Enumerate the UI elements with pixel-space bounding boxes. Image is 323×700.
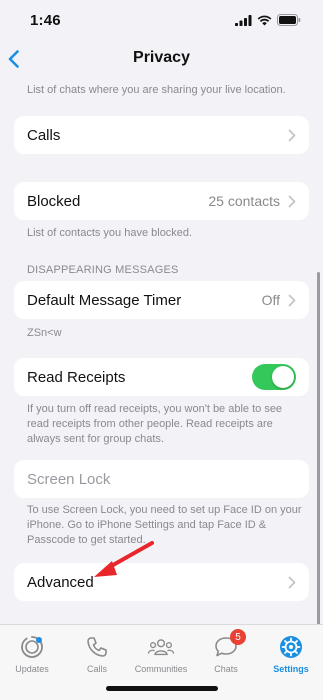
disappearing-messages-header: DISAPPEARING MESSAGES (27, 264, 179, 276)
blocked-footer: List of contacts you have blocked. (27, 227, 193, 239)
default-message-timer-row[interactable]: Default Message Timer Off (14, 281, 309, 319)
tab-calls[interactable]: Calls (65, 633, 129, 674)
tab-communities-label: Communities (134, 664, 188, 674)
chevron-right-icon (288, 294, 296, 307)
chevron-right-icon (288, 195, 296, 208)
default-message-timer-value: Off (261, 292, 280, 308)
signal-icon (235, 14, 252, 26)
read-receipts-label: Read Receipts (27, 368, 126, 386)
phone-icon (83, 633, 111, 661)
battery-icon (277, 14, 301, 26)
toggle-knob (272, 366, 294, 388)
chats-icon: 5 (212, 629, 246, 661)
chevron-left-icon (8, 50, 19, 68)
chats-unread-badge: 5 (230, 629, 246, 645)
read-receipts-row: Read Receipts (14, 358, 309, 396)
screen-lock-label: Screen Lock (27, 470, 111, 488)
advanced-row[interactable]: Advanced (14, 563, 309, 601)
status-bar: 1:46 (0, 0, 323, 40)
tab-settings-label: Settings (273, 664, 309, 674)
screen-lock-row[interactable]: Screen Lock (14, 460, 309, 498)
blocked-row[interactable]: Blocked 25 contacts (14, 182, 309, 220)
tab-chats[interactable]: 5 Chats (194, 629, 258, 674)
tab-chats-label: Chats (214, 664, 238, 674)
calls-label: Calls (27, 126, 61, 144)
tab-calls-label: Calls (86, 664, 107, 674)
scroll-indicator[interactable] (317, 272, 320, 628)
blocked-label: Blocked (27, 192, 81, 210)
status-time: 1:46 (30, 11, 61, 29)
screen-lock-footer: To use Screen Lock, you need to set up F… (27, 504, 302, 546)
tab-updates[interactable]: Updates (0, 633, 64, 674)
page-title: Privacy (133, 49, 190, 66)
back-button[interactable] (8, 47, 28, 71)
live-location-footer: List of chats where you are sharing your… (27, 84, 286, 96)
read-receipts-toggle[interactable] (252, 364, 296, 390)
chevron-right-icon (288, 576, 296, 589)
tab-communities[interactable]: Communities (129, 633, 193, 674)
navigation-bar: Privacy (0, 42, 323, 74)
annotation-arrow-icon (94, 541, 154, 577)
calls-row[interactable]: Calls (14, 116, 309, 154)
communities-icon (147, 633, 175, 661)
chevron-right-icon (288, 129, 296, 142)
blocked-count: 25 contacts (208, 193, 280, 209)
default-message-timer-label: Default Message Timer (27, 291, 182, 309)
settings-gear-icon (277, 633, 305, 661)
tab-settings[interactable]: Settings (259, 633, 323, 674)
disappearing-footer: ZSn<w (27, 327, 62, 339)
updates-icon (18, 633, 46, 661)
home-indicator (106, 686, 218, 691)
tab-updates-label: Updates (15, 664, 49, 674)
status-icons (235, 14, 301, 26)
read-receipts-footer: If you turn off read receipts, you won't… (27, 403, 283, 445)
wifi-icon (257, 15, 272, 25)
